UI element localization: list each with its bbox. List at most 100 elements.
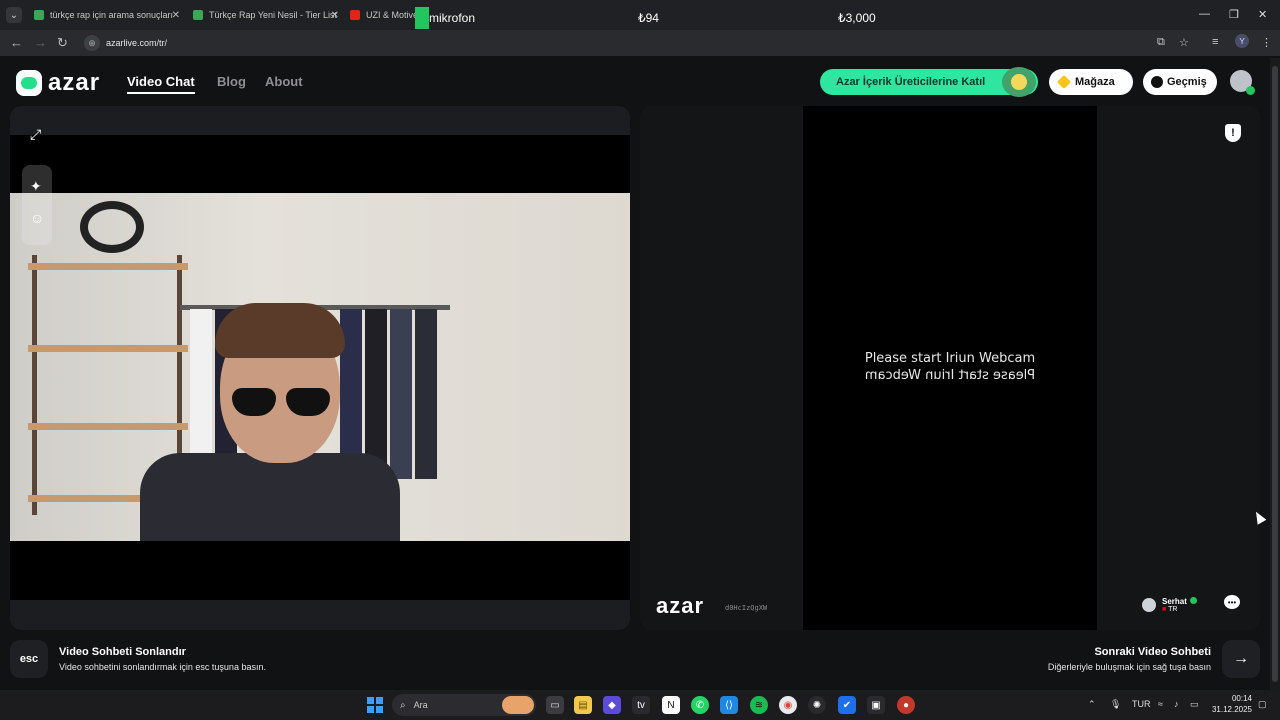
- taskbar-date[interactable]: 31.12.2025: [1206, 705, 1252, 714]
- notification-icon[interactable]: ▢: [1258, 699, 1267, 710]
- next-chat-description: Diğerleriyle buluşmak için sağ tuşa bası…: [1047, 662, 1211, 672]
- profile-avatar[interactable]: Y: [1235, 34, 1249, 48]
- shop-button[interactable]: Mağaza: [1049, 69, 1133, 95]
- site-header: azar Video Chat Blog About Azar İçerik Ü…: [0, 58, 1270, 106]
- reload-icon[interactable]: ↻: [57, 35, 68, 51]
- tab-title: türkçe rap için arama sonuçları: [50, 10, 174, 20]
- self-camera-feed: [10, 193, 630, 541]
- site-info-icon[interactable]: ⊕: [84, 35, 100, 51]
- expand-icon[interactable]: ⤢: [30, 126, 41, 143]
- microphone-icon[interactable]: 🎙: [1110, 699, 1121, 710]
- windows-start-icon[interactable]: [367, 697, 383, 713]
- mic-level-indicator: [415, 7, 429, 29]
- app-icon[interactable]: ◆: [603, 696, 621, 714]
- back-icon[interactable]: ←: [10, 35, 23, 50]
- close-tab-icon[interactable]: ✕: [331, 10, 339, 21]
- language-indicator[interactable]: TUR: [1132, 699, 1151, 709]
- install-app-icon[interactable]: ⧉: [1157, 36, 1165, 49]
- vscode-icon[interactable]: ⟨⟩: [720, 696, 738, 714]
- tierlist-icon: [193, 10, 203, 20]
- app-icon[interactable]: ▣: [867, 696, 885, 714]
- browser-tab[interactable]: UZI & Motive: [350, 4, 420, 26]
- peer-name: Serhat: [1162, 597, 1187, 606]
- whatsapp-icon[interactable]: ✆: [691, 696, 709, 714]
- logo-text: azar: [48, 69, 101, 96]
- azar-logo[interactable]: azar: [16, 69, 100, 97]
- youtube-icon: [350, 10, 360, 20]
- nav-about[interactable]: About: [265, 74, 303, 89]
- person-body: [140, 453, 400, 541]
- hanging-jacket: [390, 309, 412, 479]
- shelf: [28, 345, 188, 352]
- task-view-icon[interactable]: ▭: [546, 696, 564, 714]
- google-icon: [34, 10, 44, 20]
- next-chat-title: Sonraki Video Sohbeti: [1094, 646, 1211, 658]
- overlay-value: ₺94: [638, 11, 659, 25]
- taskbar-time[interactable]: 00:14: [1222, 694, 1252, 703]
- tab-search-icon[interactable]: ⌄: [6, 7, 22, 23]
- browser-tab[interactable]: Türkçe Rap Yeni Nesil - Tier List ✕: [193, 4, 339, 26]
- recorder-icon[interactable]: ●: [897, 696, 915, 714]
- letterbox-top: [10, 135, 630, 193]
- maximize-icon[interactable]: ❐: [1229, 8, 1239, 21]
- wifi-icon[interactable]: ≈: [1158, 699, 1163, 709]
- notion-icon[interactable]: N: [662, 696, 680, 714]
- page-scrollbar[interactable]: [1270, 58, 1280, 690]
- peer-country: TR: [1168, 606, 1178, 613]
- browser-tab[interactable]: türkçe rap için arama sonuçları ✕: [34, 4, 180, 26]
- taskbar-search[interactable]: ⌕ Ara: [392, 694, 536, 716]
- end-chat-title: Video Sohbeti Sonlandır: [59, 646, 186, 658]
- sunglasses: [232, 388, 332, 418]
- search-placeholder: Ara: [413, 700, 428, 710]
- history-button[interactable]: Geçmiş: [1143, 69, 1217, 95]
- peer-avatar: [1142, 598, 1156, 612]
- end-chat-button[interactable]: esc: [10, 640, 48, 678]
- person-hair: [215, 303, 345, 358]
- online-status-dot: [1246, 86, 1255, 95]
- url-text[interactable]: azarlive.com/tr/: [106, 38, 167, 48]
- minimize-icon[interactable]: —: [1199, 8, 1210, 20]
- chatgpt-icon[interactable]: ✺: [808, 696, 826, 714]
- clock-icon: [1151, 76, 1163, 88]
- nav-blog[interactable]: Blog: [217, 74, 246, 89]
- join-creators-button[interactable]: Azar İçerik Üreticilerine Katıl: [820, 67, 1038, 97]
- address-bar[interactable]: ⊕ azarlive.com/tr/: [80, 33, 1200, 53]
- report-shield-icon[interactable]: !: [1225, 124, 1241, 142]
- history-label: Geçmiş: [1167, 76, 1207, 88]
- hanging-jacket: [415, 309, 437, 479]
- azar-watermark: azar: [656, 593, 705, 618]
- chat-icon[interactable]: •••: [1224, 595, 1240, 609]
- volume-icon[interactable]: ♪: [1174, 699, 1179, 709]
- user-avatar[interactable]: [1230, 70, 1255, 95]
- verified-icon: [1189, 597, 1197, 604]
- bookmark-star-icon[interactable]: ☆: [1179, 36, 1189, 49]
- forward-icon[interactable]: →: [34, 35, 47, 50]
- peer-info[interactable]: Serhat ■ TR: [1142, 594, 1197, 616]
- todo-icon[interactable]: ✔: [838, 696, 856, 714]
- face-filter-icon[interactable]: ☺: [30, 210, 44, 226]
- chrome-icon[interactable]: ◉: [779, 696, 797, 714]
- apple-tv-icon[interactable]: tv: [632, 696, 650, 714]
- tray-expand-icon[interactable]: ⌃: [1088, 699, 1096, 710]
- tab-title: UZI & Motive: [366, 10, 419, 20]
- scrollbar-thumb[interactable]: [1272, 66, 1278, 682]
- next-chat-button[interactable]: →: [1222, 640, 1260, 678]
- webcam-message-mirrored: Please start Iriun Webcam: [864, 368, 1036, 383]
- battery-icon[interactable]: ▭: [1190, 699, 1199, 710]
- close-window-icon[interactable]: ✕: [1258, 8, 1267, 21]
- file-explorer-icon[interactable]: ▤: [574, 696, 592, 714]
- effects-sparkle-icon[interactable]: ✦: [30, 178, 42, 195]
- shelf: [28, 263, 188, 270]
- nav-video-chat[interactable]: Video Chat: [127, 74, 195, 94]
- media-control-icon[interactable]: ≡: [1212, 36, 1218, 48]
- join-creators-label: Azar İçerik Üreticilerine Katıl: [836, 76, 986, 88]
- esc-key-label: esc: [19, 653, 39, 665]
- creator-badge-icon: [1002, 67, 1036, 97]
- browser-menu-icon[interactable]: ⋮: [1261, 36, 1272, 49]
- search-icon: ⌕: [400, 699, 406, 711]
- watermark-id: d0HcIzQgXW: [725, 604, 768, 612]
- close-tab-icon[interactable]: ✕: [172, 10, 180, 21]
- gem-icon: [1056, 74, 1072, 90]
- spotify-icon[interactable]: ≋: [750, 696, 768, 714]
- arrow-right-icon: →: [1233, 650, 1249, 667]
